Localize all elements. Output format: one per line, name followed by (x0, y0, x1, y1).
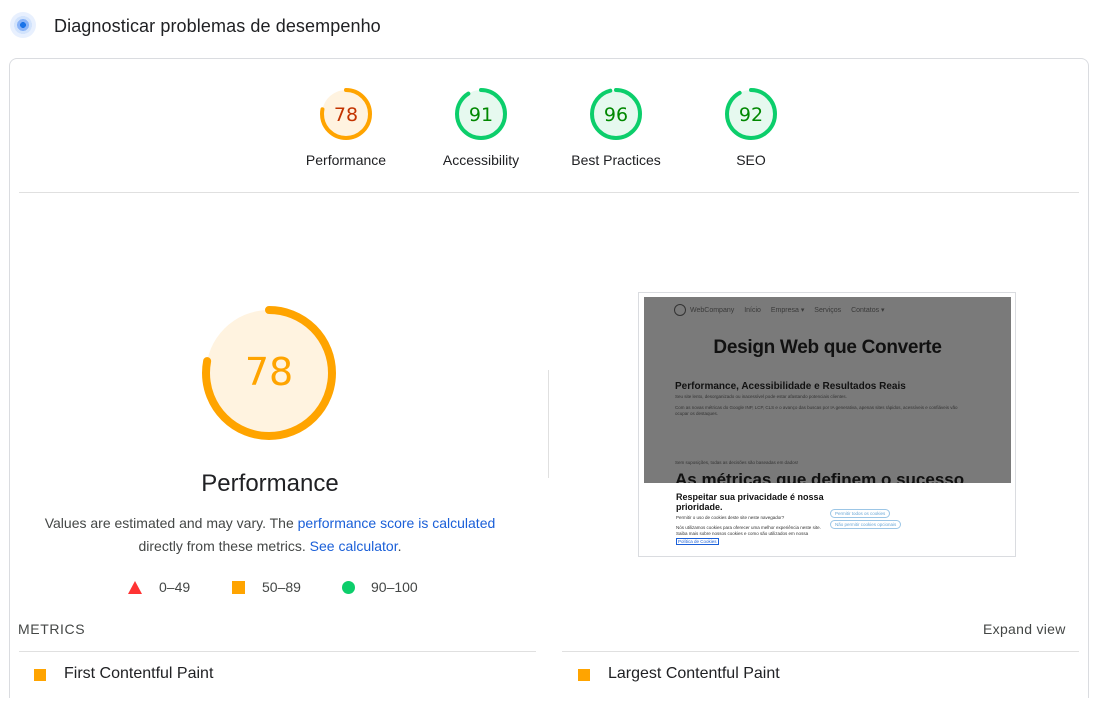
square-icon (578, 669, 590, 681)
expand-view-button[interactable]: Expand view (983, 621, 1066, 637)
performance-description: Values are estimated and may vary. The p… (40, 512, 500, 558)
page-title: Diagnosticar problemas de desempenho (54, 16, 381, 36)
gauge-seo-ring: 92 (725, 88, 777, 140)
gauge-best-practices[interactable]: 96 Best Practices (556, 86, 676, 168)
screenshot-paragraph: Sem suposições, todas as decisões são ba… (675, 460, 799, 465)
vertical-divider (548, 370, 549, 478)
gauge-accessibility-score: 91 (469, 104, 493, 126)
gauge-performance-label: Performance (305, 152, 387, 168)
performance-big-gauge: 78 (199, 303, 339, 448)
circle-icon (342, 581, 355, 594)
category-gauges: 78 Performance 91 Accessibility 96 Best … (300, 86, 800, 176)
gauge-accessibility[interactable]: 91 Accessibility (421, 86, 541, 168)
cookie-title: Respeitar sua privacidade é nossa priori… (676, 492, 824, 512)
screenshot-paragraph: ocupar os destaques. (675, 411, 719, 416)
top-bar: Diagnosticar problemas de desempenho (0, 0, 1100, 56)
gauge-seo-label: SEO (736, 152, 766, 168)
screenshot-heading: Design Web que Converte (713, 337, 942, 358)
cookie-allow-button: Permitir todos os cookies (830, 509, 891, 518)
gauge-performance-score: 78 (334, 104, 358, 126)
screenshot-nav: WebCompany Início Empresa ▾ Serviços Con… (674, 304, 893, 316)
square-icon (34, 669, 46, 681)
gauge-best-practices-label: Best Practices (571, 152, 661, 168)
section-divider (19, 192, 1079, 193)
metric-divider (562, 651, 1079, 652)
cookie-policy-link: Política de Cookies (676, 538, 719, 545)
desc-text-2: directly from these metrics. (138, 538, 310, 554)
cookie-text: Nós utilizamos cookies para oferecer uma… (676, 525, 821, 536)
cookie-deny-button: Não permitir cookies opcionais (830, 520, 902, 529)
score-calculated-link[interactable]: performance score is calculated (298, 515, 496, 531)
brand-logo-icon (674, 304, 686, 316)
gauge-best-practices-ring: 96 (590, 88, 642, 140)
gauge-seo[interactable]: 92 SEO (691, 86, 811, 168)
lighthouse-icon (10, 12, 36, 38)
gauge-accessibility-ring: 91 (455, 88, 507, 140)
cookie-subtitle: Permitir o uso de cookies deste site nes… (676, 515, 785, 520)
metrics-heading: METRICS (18, 621, 86, 637)
see-calculator-link[interactable]: See calculator (310, 538, 398, 554)
desc-text-1: Values are estimated and may vary. The (44, 515, 298, 531)
triangle-icon (128, 581, 142, 594)
screenshot-paragraph: Seu site lento, desorganizado ou inacess… (675, 394, 847, 399)
performance-big-ring: 78 (202, 306, 336, 440)
square-icon (232, 581, 245, 594)
gauge-performance[interactable]: 78 Performance (286, 86, 406, 168)
screenshot-cookie-banner: Respeitar sua privacidade é nossa priori… (644, 483, 1011, 553)
performance-big-score: 78 (245, 350, 293, 394)
desc-text-3: . (397, 538, 402, 554)
gauge-seo-score: 92 (739, 104, 763, 126)
gauge-performance-ring: 78 (320, 88, 372, 140)
gauge-best-practices-score: 96 (604, 104, 628, 126)
screenshot-paragraph: Com as novas métricas do Google INP, LCP… (675, 405, 958, 410)
screenshot-content: WebCompany Início Empresa ▾ Serviços Con… (644, 297, 1011, 553)
screenshot-dimmed-area: WebCompany Início Empresa ▾ Serviços Con… (644, 297, 1011, 489)
gauge-accessibility-label: Accessibility (442, 152, 520, 168)
metric-divider (19, 651, 536, 652)
screenshot-subheading: Performance, Acessibilidade e Resultados… (675, 381, 906, 392)
page-screenshot[interactable]: WebCompany Início Empresa ▾ Serviços Con… (638, 292, 1016, 557)
performance-title: Performance (201, 470, 339, 497)
